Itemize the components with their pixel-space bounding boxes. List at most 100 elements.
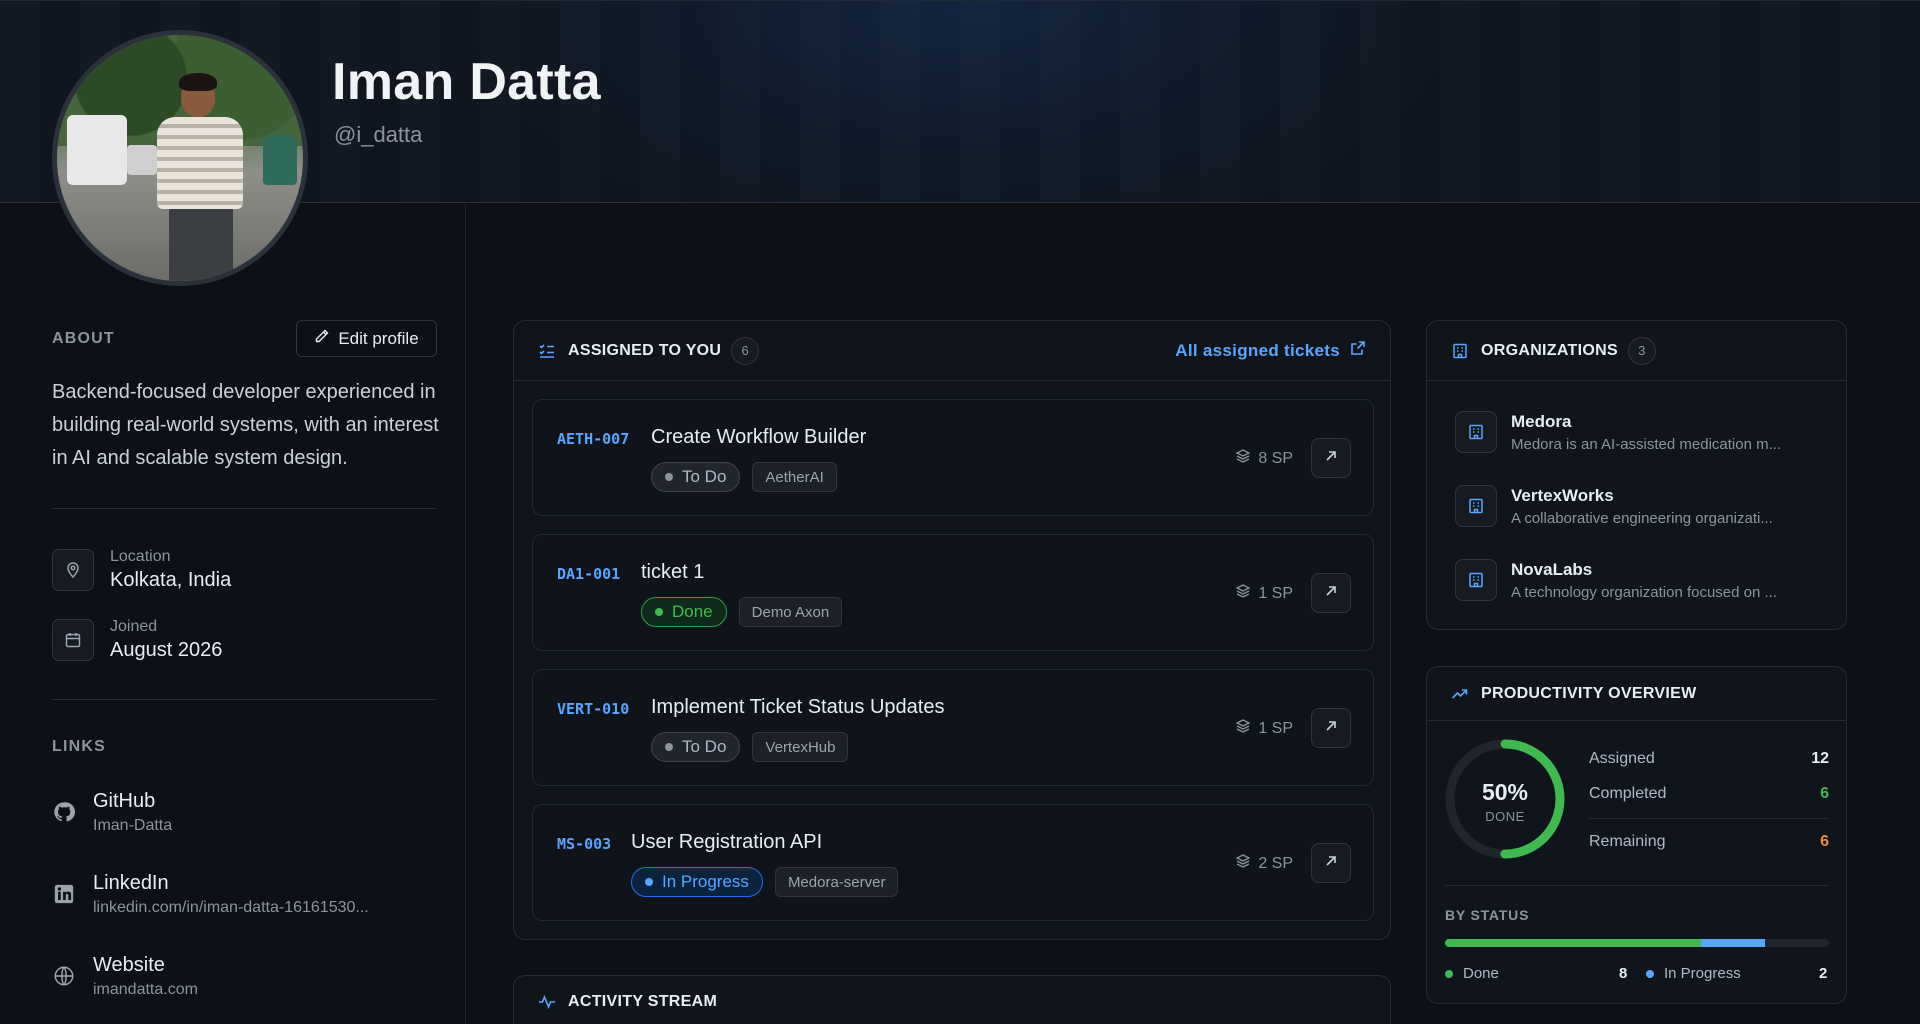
link-title: LinkedIn [93,872,169,894]
all-assigned-label: All assigned tickets [1175,340,1340,360]
ticket-row[interactable]: VERT-010 Implement Ticket Status Updates… [532,669,1374,786]
story-points: 2 SP [1235,853,1293,874]
assigned-heading: ASSIGNED TO YOU [568,341,722,359]
layers-icon [1235,853,1251,874]
building-icon [1455,485,1497,527]
status-badge: To Do [651,462,741,492]
open-ticket-button[interactable] [1311,438,1351,478]
project-tag: VertexHub [752,732,849,762]
organizations-card: ORGANIZATIONS 3 Medora Medora is an AI-a… [1426,320,1847,630]
activity-heading: ACTIVITY STREAM [568,993,718,1010]
assigned-card: ASSIGNED TO YOU 6 All assigned tickets A… [513,320,1391,940]
location-value: Kolkata, India [110,569,232,591]
org-item-novalabs[interactable]: NovaLabs A technology organization focus… [1455,559,1777,601]
link-url: imandatta.com [93,981,198,998]
layers-icon [1235,583,1251,604]
status-badge: To Do [651,732,741,762]
link-title: GitHub [93,790,156,812]
ticket-row[interactable]: DA1-001 ticket 1 Done Demo Axon 1 SP [532,534,1374,651]
story-points: 8 SP [1235,448,1293,469]
linkedin-icon [52,882,76,906]
location-label: Location [110,548,171,565]
project-tag: Medora-server [774,867,899,897]
joined-value: August 2026 [110,639,223,661]
project-tag: Demo Axon [738,597,843,627]
productivity-header: PRODUCTIVITY OVERVIEW [1427,667,1846,721]
ticket-key: VERT-010 [557,700,630,718]
external-link-icon [1350,340,1366,361]
legend-in-progress: In Progress [1646,965,1741,982]
open-ticket-button[interactable] [1311,843,1351,883]
story-points: 1 SP [1235,583,1293,604]
status-badge: In Progress [631,867,763,897]
productivity-card: PRODUCTIVITY OVERVIEW 50% DONE Assigned … [1426,666,1847,1004]
divider [52,699,436,700]
activity-pulse-icon [538,993,556,1011]
location-row: Location Kolkata, India [52,548,231,592]
ticket-row[interactable]: AETH-007 Create Workflow Builder To Do A… [532,399,1374,516]
ticket-title: Create Workflow Builder [651,426,867,448]
section-divider [1445,885,1829,886]
legend-done: Done [1445,965,1499,982]
profile-sidebar: ABOUT Edit profile Backend-focused devel… [0,204,466,1024]
ticket-key: AETH-007 [557,430,630,448]
link-linkedin[interactable]: LinkedIn linkedin.com/in/iman-datta-1616… [52,872,369,917]
project-tag: AetherAI [752,462,837,492]
building-icon [1455,559,1497,601]
profile-handle: @i_datta [334,122,423,147]
link-website[interactable]: Website imandatta.com [52,954,198,999]
legend-in-progress-value: 2 [1819,965,1828,982]
about-heading: ABOUT [52,330,115,347]
globe-icon [52,964,76,988]
joined-label: Joined [110,618,158,635]
all-assigned-tickets-link[interactable]: All assigned tickets [1175,340,1366,361]
ticket-key: DA1-001 [557,565,621,583]
status-bar-done [1445,939,1701,947]
org-description: Medora is an AI-assisted medication m... [1511,435,1782,453]
layers-icon [1235,718,1251,739]
link-url: Iman-Datta [93,817,173,834]
story-points: 1 SP [1235,718,1293,739]
edit-profile-label: Edit profile [338,328,419,348]
profile-name: Iman Datta [332,53,601,111]
trending-up-icon [1451,685,1469,703]
organizations-count-badge: 3 [1627,336,1656,365]
stat-remaining: Remaining 6 [1589,833,1829,850]
ticket-title: User Registration API [631,831,823,853]
building-icon [1451,342,1469,360]
link-github[interactable]: GitHub Iman-Datta [52,790,172,835]
assigned-count-badge: 6 [731,336,760,365]
stat-divider [1589,818,1829,819]
link-url: linkedin.com/in/iman-datta-16161530... [93,899,369,916]
organizations-heading: ORGANIZATIONS [1481,341,1618,359]
divider [52,508,436,509]
bio-text: Backend-focused developer experienced in… [52,381,439,469]
productivity-heading: PRODUCTIVITY OVERVIEW [1481,684,1697,702]
activity-header: ACTIVITY STREAM [514,976,1390,1024]
org-name: NovaLabs [1511,559,1593,579]
org-item-vertexworks[interactable]: VertexWorks A collaborative engineering … [1455,485,1773,527]
ticket-title: Implement Ticket Status Updates [651,696,945,718]
stat-assigned: Assigned 12 [1589,750,1829,767]
arrow-up-right-icon [1324,584,1338,603]
stat-completed: Completed 6 [1589,785,1829,802]
ticket-row[interactable]: MS-003 User Registration API In Progress… [532,804,1374,921]
by-status-heading: BY STATUS [1445,907,1530,923]
org-name: VertexWorks [1511,485,1614,505]
org-description: A technology organization focused on ... [1511,583,1778,601]
arrow-up-right-icon [1324,854,1338,873]
github-icon [52,800,76,824]
assigned-header: ASSIGNED TO YOU 6 All assigned tickets [514,321,1390,381]
open-ticket-button[interactable] [1311,708,1351,748]
links-heading: LINKS [52,738,106,755]
org-description: A collaborative engineering organizati..… [1511,509,1773,527]
org-item-medora[interactable]: Medora Medora is an AI-assisted medicati… [1455,411,1781,453]
activity-card: ACTIVITY STREAM [513,975,1391,1024]
arrow-up-right-icon [1324,449,1338,468]
link-title: Website [93,954,165,976]
completion-percent: 50% [1481,779,1529,805]
open-ticket-button[interactable] [1311,573,1351,613]
status-badge: Done [641,597,727,627]
edit-profile-button[interactable]: Edit profile [296,320,437,357]
building-icon [1455,411,1497,453]
